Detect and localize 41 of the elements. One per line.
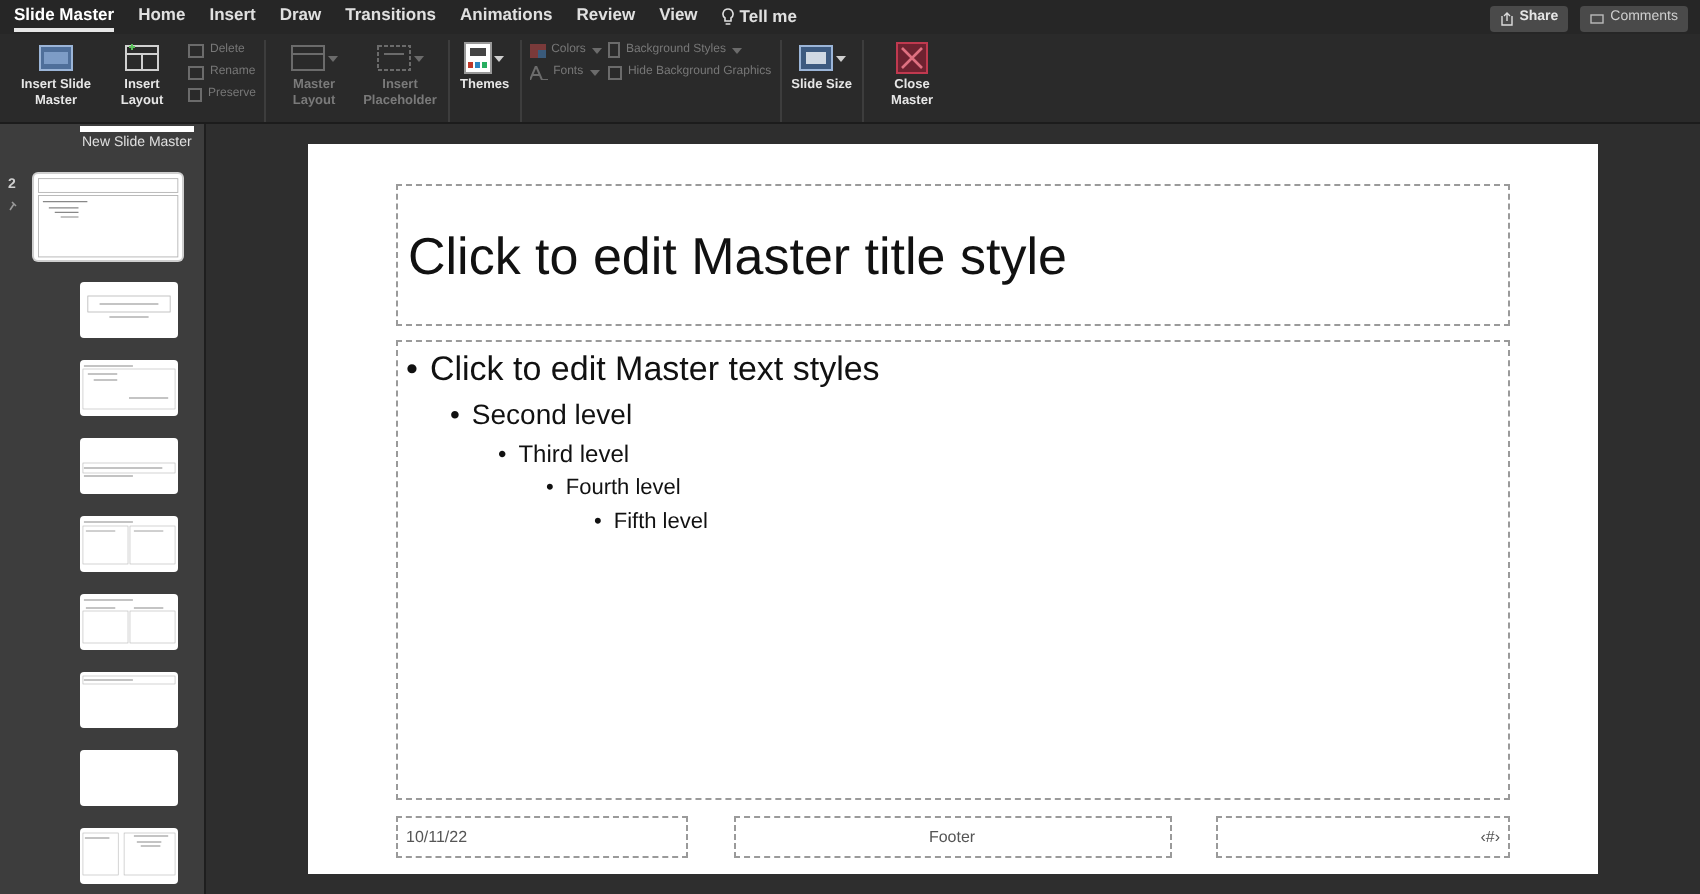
colors-icon xyxy=(529,43,546,57)
body-text: • Fourth level xyxy=(544,475,683,504)
slide-thumbnail[interactable] xyxy=(33,174,182,260)
slide-thumbnail[interactable] xyxy=(80,750,178,806)
slide-thumbnail[interactable] xyxy=(80,360,178,416)
background-icon xyxy=(607,42,620,58)
slide-master-icon xyxy=(38,44,74,72)
ribbon-tab[interactable]: Draw xyxy=(279,2,322,32)
share-icon xyxy=(1499,12,1514,26)
comment-icon xyxy=(1590,13,1605,25)
layout-icon xyxy=(290,44,327,72)
slide-number-placeholder[interactable]: ‹#› xyxy=(1216,816,1510,858)
slide-thumbnail[interactable] xyxy=(80,516,178,572)
body-text: • Click to edit Master text styles xyxy=(404,348,882,392)
slide-thumbnail[interactable] xyxy=(80,594,178,650)
body-text: • Fifth level xyxy=(592,509,710,537)
ribbon-tab[interactable]: Insert xyxy=(209,2,256,32)
ribbon-tab[interactable]: Transitions xyxy=(345,2,436,32)
title-placeholder[interactable]: Click to edit Master title style xyxy=(396,184,1510,326)
lightbulb-icon xyxy=(721,8,734,26)
body-text: • Second level xyxy=(448,398,635,435)
placeholder-icon xyxy=(376,44,413,72)
close-icon xyxy=(896,42,929,74)
ribbon-tab[interactable]: Review xyxy=(576,2,636,32)
ribbon-tab[interactable]: Animations xyxy=(460,2,553,32)
slide-thumbnail[interactable] xyxy=(80,828,178,884)
fonts-icon xyxy=(529,65,548,79)
slide-thumbnail[interactable] xyxy=(80,282,178,338)
ribbon-tab[interactable]: Home xyxy=(138,2,186,32)
body-placeholder[interactable]: • Click to edit Master text styles • Second level • Third level • Fourth level • Fifth level xyxy=(396,340,1510,800)
ribbon-tab[interactable]: View xyxy=(659,2,698,32)
slide-title: Click to edit Master title style xyxy=(408,229,1067,281)
slide-size-icon xyxy=(797,44,834,72)
body-text: • Third level xyxy=(496,439,632,472)
date-placeholder[interactable]: 10/11/22 xyxy=(396,816,688,858)
slide-thumbnail[interactable] xyxy=(80,672,178,728)
layout-icon xyxy=(124,44,160,72)
slide-thumbnail[interactable] xyxy=(80,438,178,494)
tell-me-button[interactable]: Tell me xyxy=(721,4,797,30)
themes-icon xyxy=(464,42,493,74)
footer-placeholder[interactable]: Footer xyxy=(733,816,1171,858)
